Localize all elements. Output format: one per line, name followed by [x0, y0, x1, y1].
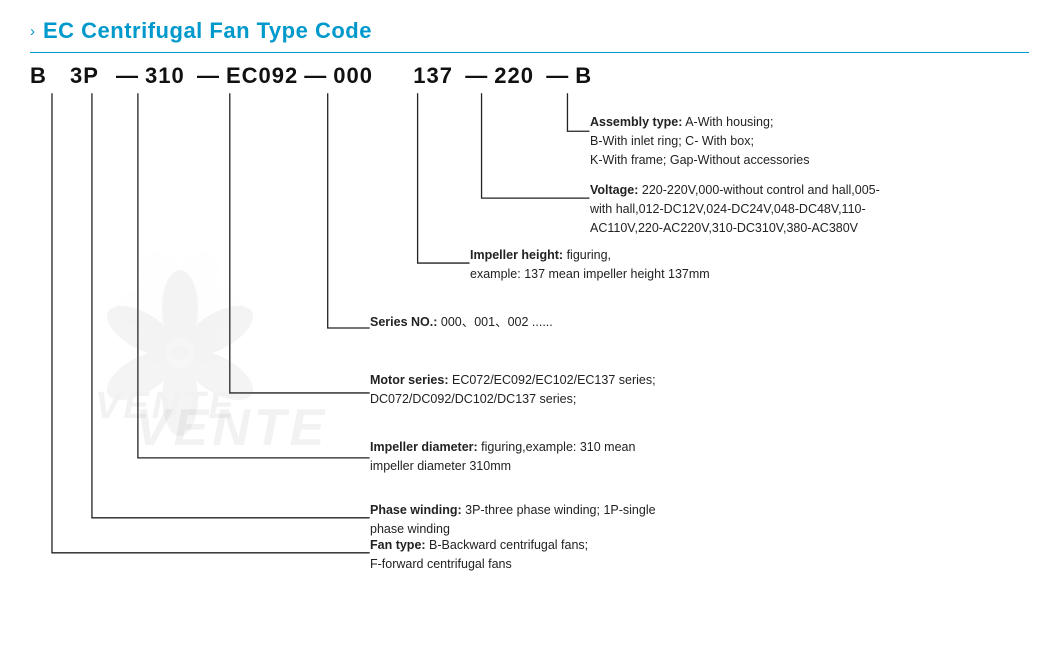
- dash3: —: [304, 63, 327, 89]
- code-3P: 3P: [70, 63, 110, 89]
- chevron-icon: ›: [30, 23, 35, 40]
- code-000: 000: [333, 63, 381, 89]
- watermark-fan-svg: VENTE: [85, 258, 315, 448]
- code-137: 137: [413, 63, 459, 89]
- phase-label: Phase winding:: [370, 503, 462, 517]
- dash6: —: [546, 63, 569, 89]
- page-container: › EC Centrifugal Fan Type Code VENTE: [0, 0, 1059, 668]
- code-220: 220: [494, 63, 540, 89]
- type-code-row: B 3P — 310 — EC092 — 000 137 — 220 — B: [30, 63, 597, 89]
- diagram-area: VENTE B 3P — 31: [30, 63, 1029, 623]
- assembly-desc: Assembly type: A-With housing;B-With inl…: [590, 113, 810, 169]
- impeller-dia-label: Impeller diameter:: [370, 440, 478, 454]
- fan-type-desc: Fan type: B-Backward centrifugal fans;F-…: [370, 536, 588, 574]
- code-B: B: [30, 63, 58, 89]
- impeller-height-desc: Impeller height: figuring,example: 137 m…: [470, 246, 710, 284]
- code-B2: B: [575, 63, 597, 89]
- code-EC092: EC092: [226, 63, 298, 89]
- series-text: 000、001、002 ......: [441, 315, 553, 329]
- code-310: 310: [145, 63, 191, 89]
- phase-desc: Phase winding: 3P-three phase winding; 1…: [370, 501, 656, 539]
- dash2: —: [197, 63, 220, 89]
- voltage-desc: Voltage: 220-220V,000-without control an…: [590, 181, 880, 237]
- series-label: Series NO.:: [370, 315, 437, 329]
- voltage-label: Voltage:: [590, 183, 638, 197]
- motor-desc: Motor series: EC072/EC092/EC102/EC137 se…: [370, 371, 656, 409]
- impeller-height-label: Impeller height:: [470, 248, 563, 262]
- motor-label: Motor series:: [370, 373, 449, 387]
- dash1: —: [116, 63, 139, 89]
- svg-text:VENTE: VENTE: [95, 385, 237, 427]
- dash5: —: [465, 63, 488, 89]
- assembly-label: Assembly type:: [590, 115, 682, 129]
- title-section: › EC Centrifugal Fan Type Code: [30, 18, 1029, 53]
- page-title: EC Centrifugal Fan Type Code: [43, 18, 372, 44]
- series-desc: Series NO.: 000、001、002 ......: [370, 313, 553, 332]
- fan-type-label: Fan type:: [370, 538, 426, 552]
- impeller-dia-desc: Impeller diameter: figuring,example: 310…: [370, 438, 635, 476]
